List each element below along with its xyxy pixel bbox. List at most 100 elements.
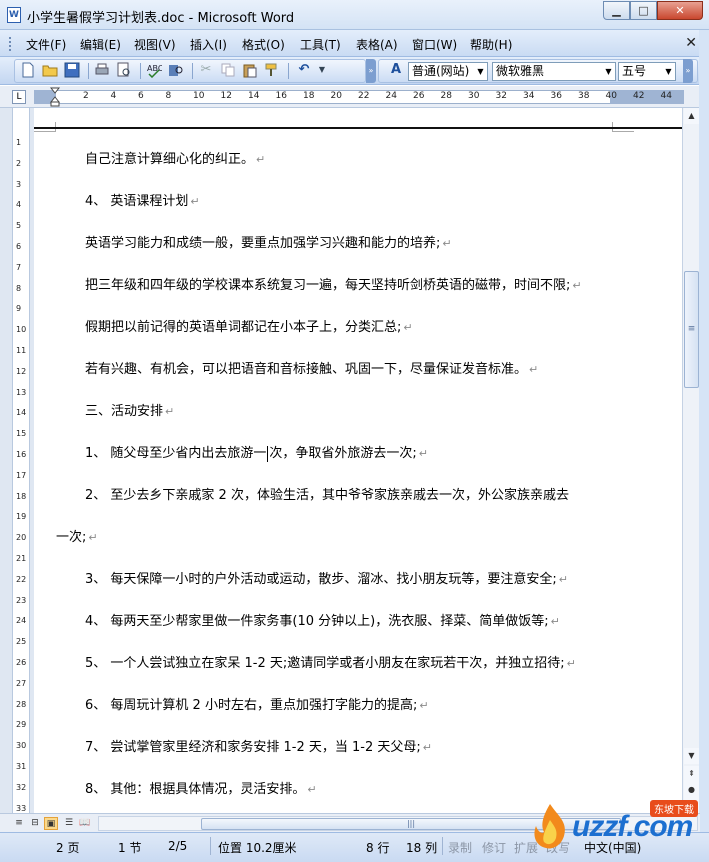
styles-formatting-icon[interactable]: A [388,62,404,78]
ruler-number: 42 [633,91,645,101]
paragraph-text: 把三年级和四年级的学校课本系统复习一遍，每天坚持听剑桥英语的磁带，时间不限; [85,278,571,293]
paragraph[interactable]: 三、活动安排 ↵ [85,400,174,419]
vertical-ruler-number: 16 [16,450,27,459]
menu-file[interactable]: 文件(F) [26,36,66,53]
ruler-number: 24 [385,91,397,101]
status-page: 2 页 [56,841,80,855]
chevron-down-icon[interactable]: ▼ [602,63,615,80]
paragraph[interactable]: 若有兴趣、有机会，可以把语音和音标接触、巩固一下，尽量保证发音标准。 ↵ [85,358,538,377]
status-track-changes[interactable]: 修订 [482,839,506,856]
paragraph-with-cursor[interactable]: 1、 随父母至少省内出去旅游一 次，争取省外旅游去一次; ↵ [85,442,428,462]
paragraph[interactable]: 自己注意计算细心化的纠正。 ↵ [85,148,265,167]
formatting-options-chevron-icon[interactable]: » [683,59,693,83]
status-divider [210,837,211,855]
scroll-up-icon[interactable]: ▲ [684,108,699,124]
paragraph-mark-icon: ↵ [566,657,576,670]
ruler-number: 32 [495,91,507,101]
paragraph[interactable]: 把三年级和四年级的学校课本系统复习一遍，每天坚持听剑桥英语的磁带，时间不限; ↵ [85,274,582,293]
document-page[interactable]: 自己注意计算细心化的纠正。 ↵ 4、 英语课程计划 ↵ 英语学习能力和成绩一般，要重… [34,108,682,813]
menu-table[interactable]: 表格(A) [356,36,398,53]
paragraph[interactable]: 假期把以前记得的英语单词都记在小本子上，分类汇总; ↵ [85,316,413,335]
font-size-select[interactable]: 五号 ▼ [618,62,676,81]
outline-view-icon[interactable]: ☰ [62,817,76,830]
vertical-ruler-number: 2 [16,158,22,168]
paragraph[interactable]: 5、 一个人尝试独立在家呆 1-2 天;邀请同学或者小朋友在家玩若干次，并独立招… [85,652,576,671]
print-layout-view-icon[interactable]: ▣ [44,817,58,830]
menu-help[interactable]: 帮助(H) [470,36,512,53]
chevron-down-icon[interactable]: ▼ [474,63,487,80]
vertical-ruler-number: 6 [16,242,22,251]
vertical-ruler-number: 26 [16,658,27,667]
minimize-button[interactable]: ▁ [603,1,630,20]
paragraph-text: 8、 其他：根据具体情况，灵活安排。 [85,782,306,797]
menu-tools[interactable]: 工具(T) [300,36,341,53]
reading-layout-view-icon[interactable]: 📖 [78,817,92,830]
vertical-ruler-number: 9 [16,304,22,314]
paragraph[interactable]: 7、 尝试掌管家里经济和家务安排 1-2 天，当 1-2 天父母; ↵ [85,736,432,755]
vertical-ruler-number: 30 [16,741,27,751]
paragraph[interactable]: 4、 每两天至少帮家里做一件家务事(10 分钟以上)，洗衣服、择菜、简单做饭等;… [85,610,560,629]
status-section: 1 节 [118,841,142,855]
paragraph[interactable]: 2、 至少去乡下亲戚家 2 次，体验生活，其中爷爷家族亲戚去一次，外公家族亲戚去 [85,484,569,503]
menu-format[interactable]: 格式(O) [242,36,285,53]
paragraph[interactable]: 一次; ↵ [56,526,98,545]
paragraph-mark-icon: ↵ [88,531,98,544]
paragraph-mark-icon: ↵ [256,153,266,166]
web-layout-view-icon[interactable]: ⊟ [28,817,42,830]
copy-icon[interactable] [220,62,236,78]
svg-text:ABC: ABC [147,64,162,73]
standard-toolbar: ABC ✂ ↶ ▼ » A 普通(网站) ▼ 微软雅黑 ▼ 五号 ▼ » [0,57,709,85]
format-painter-icon[interactable] [264,62,280,78]
vertical-scrollbar[interactable]: ▲ ≡ ▼ ⇞ ● ⇟ [682,108,699,814]
print-preview-icon[interactable] [116,62,132,78]
vertical-ruler[interactable]: 1 2 3 4 5 6 7 8 9 10 11 12 13 14 15 16 17 18 19 20 21 22 23 24 2… [12,108,30,813]
scroll-down-icon[interactable]: ▼ [684,748,699,764]
menu-grip-icon[interactable] [9,37,12,51]
vertical-scroll-thumb[interactable]: ≡ [684,271,699,388]
vertical-ruler-number: 25 [16,637,27,647]
select-browse-object-icon[interactable]: ● [684,782,699,798]
vertical-ruler-number: 7 [16,262,22,272]
paragraph[interactable]: 6、 每周玩计算机 2 小时左右，重点加强打字能力的提高; ↵ [85,694,429,713]
vertical-ruler-number: 12 [16,366,27,376]
paragraph-text: 自己注意计算细心化的纠正。 [85,152,255,167]
indent-marker-icon[interactable] [50,87,60,107]
open-icon[interactable] [42,62,58,78]
previous-page-icon[interactable]: ⇞ [684,766,699,782]
style-select[interactable]: 普通(网站) ▼ [408,62,488,81]
paragraph-text: 7、 尝试掌管家里经济和家务安排 1-2 天，当 1-2 天父母; [85,740,421,755]
word-app-icon[interactable]: W [7,7,21,23]
toolbar-options-chevron-icon[interactable]: » [366,59,376,83]
font-select[interactable]: 微软雅黑 ▼ [492,62,616,81]
close-button[interactable]: ✕ [657,1,703,20]
chevron-down-icon[interactable]: ▼ [662,63,675,80]
undo-icon[interactable]: ↶ [296,62,312,78]
paragraph-mark-icon: ↵ [422,741,432,754]
vertical-ruler-number: 11 [16,346,27,355]
menu-insert[interactable]: 插入(I) [190,36,227,53]
status-record[interactable]: 录制 [448,839,472,856]
maximize-button[interactable]: □ [630,1,657,20]
print-icon[interactable] [94,62,110,78]
undo-dropdown-chevron-down-icon[interactable]: ▼ [314,62,330,78]
paragraph-text: 4、 英语课程计划 [85,194,189,209]
cut-icon[interactable]: ✂ [198,62,214,78]
research-icon[interactable] [168,62,184,78]
paragraph[interactable]: 3、 每天保障一小时的户外活动或运动，散步、溜冰、找小朋友玩等，要注意安全; ↵ [85,568,568,587]
paragraph[interactable]: 4、 英语课程计划 ↵ [85,190,200,209]
save-icon[interactable] [64,62,80,78]
spelling-icon[interactable]: ABC [146,62,164,79]
paste-icon[interactable] [242,62,258,78]
menu-window[interactable]: 窗口(W) [412,36,457,53]
new-icon[interactable] [20,62,36,78]
paragraph[interactable]: 英语学习能力和成绩一般，要重点加强学习兴趣和能力的培养; ↵ [85,232,452,251]
close-document-icon[interactable]: ✕ [685,35,697,51]
paragraph[interactable]: 8、 其他：根据具体情况，灵活安排。 ↵ [85,778,317,797]
menu-edit[interactable]: 编辑(E) [80,36,121,53]
normal-view-icon[interactable]: ≡ [12,817,26,830]
tab-selector[interactable]: L [12,90,26,104]
paragraph-mark-icon: ↵ [572,279,582,292]
vertical-ruler-number: 32 [16,782,27,792]
vertical-ruler-number: 33 [16,803,27,813]
menu-view[interactable]: 视图(V) [134,36,176,53]
